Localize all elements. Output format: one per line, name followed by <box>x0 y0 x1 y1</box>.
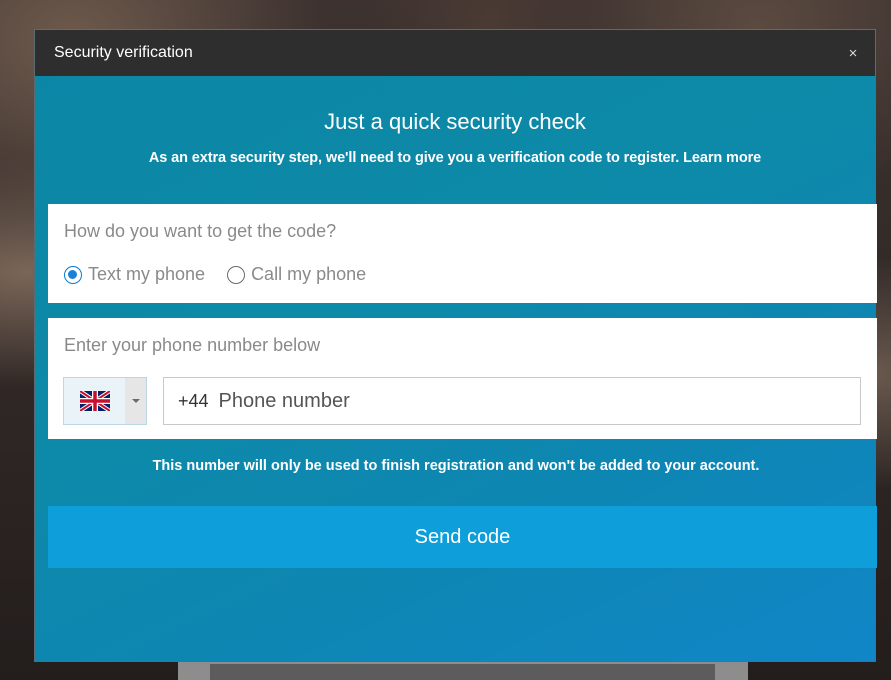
radio-call-my-phone[interactable]: Call my phone <box>227 264 366 285</box>
method-question: How do you want to get the code? <box>64 221 337 241</box>
radio-selected-icon[interactable] <box>64 265 82 284</box>
background-page-footer-inner <box>210 664 715 680</box>
dial-code: +44 <box>178 390 209 411</box>
country-code-dropdown[interactable] <box>63 377 147 425</box>
dropdown-toggle[interactable] <box>125 378 146 424</box>
radio-text-my-phone[interactable]: Text my phone <box>64 264 205 285</box>
privacy-note: This number will only be used to finish … <box>152 458 760 474</box>
flag-container <box>64 378 125 424</box>
phone-card: Enter your phone number below +44 <box>48 318 877 439</box>
method-card: How do you want to get the code? Text my… <box>48 204 877 303</box>
security-description: As an extra security step, we'll need to… <box>35 150 875 166</box>
radio-unselected-icon[interactable] <box>227 265 246 284</box>
send-code-button[interactable]: Send code <box>48 506 877 568</box>
description-text: As an extra security step, we'll need to… <box>148 150 680 166</box>
close-icon[interactable]: × <box>845 45 861 62</box>
phone-label: Enter your phone number below <box>64 335 321 355</box>
chevron-down-icon <box>131 399 140 403</box>
dialog-title: Security verification <box>54 44 193 61</box>
learn-more-link[interactable]: Learn more <box>683 150 761 166</box>
phone-number-input[interactable] <box>218 389 779 413</box>
phone-number-field[interactable]: +44 <box>163 377 861 425</box>
page-title: Just a quick security check <box>324 109 586 134</box>
dialog-titlebar: Security verification × <box>35 30 875 76</box>
uk-flag-icon <box>79 391 110 411</box>
security-verification-dialog: Security verification × Just a quick sec… <box>34 29 877 662</box>
radio-label-text: Text my phone <box>88 264 206 284</box>
method-radio-group: Text my phone Call my phone <box>64 264 388 285</box>
radio-label-call: Call my phone <box>251 264 367 284</box>
